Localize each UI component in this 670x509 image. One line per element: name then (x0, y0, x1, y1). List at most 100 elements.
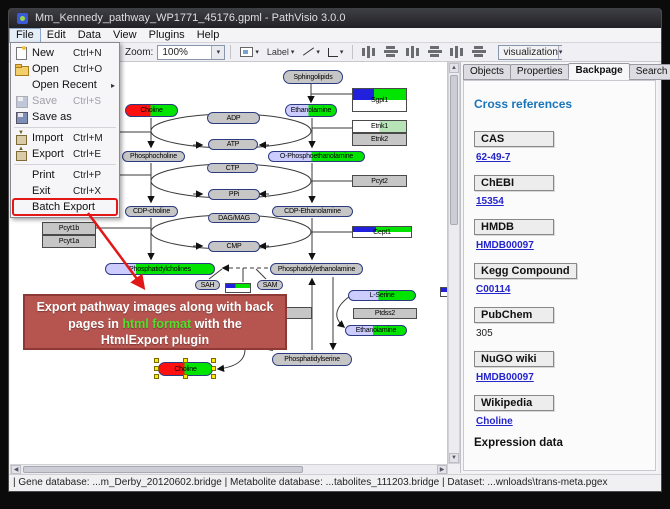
selection-handle[interactable] (183, 374, 188, 379)
xref-section-cas: CAS62-49-7 (474, 129, 647, 163)
node-label: Etnk2 (371, 136, 388, 143)
menu-item-exit[interactable]: ExitCtrl+X (11, 183, 119, 199)
datanode-tool-button[interactable]: ▾ (237, 44, 262, 60)
menu-item-new[interactable]: NewCtrl+N (11, 45, 119, 61)
align-center-icon[interactable] (362, 46, 376, 58)
menu-view[interactable]: View (107, 28, 143, 43)
o-phosphoethanolamine-node[interactable]: O-Phosphoethanolamine (268, 151, 365, 162)
menu-item-import[interactable]: ImportCtrl+M (11, 130, 119, 146)
menu-item-save-as[interactable]: Save as (11, 109, 119, 125)
connector-tool-button[interactable]: ▾ (325, 44, 347, 60)
gene-under-annotation-node[interactable] (225, 283, 251, 293)
menu-file[interactable]: File (9, 28, 41, 43)
xref-link[interactable]: 62-49-7 (476, 152, 647, 163)
dag-mag-node[interactable]: DAG/MAG (208, 213, 260, 223)
xref-section-chebi: ChEBI15354 (474, 173, 647, 207)
phosphatidylcholines-node[interactable]: Phosphatidylcholines (105, 263, 215, 275)
tab-backpage[interactable]: Backpage (568, 63, 629, 79)
chevron-down-icon[interactable]: ▾ (558, 46, 563, 59)
distribute-horizontal-icon[interactable] (406, 46, 420, 58)
pcyt2-node[interactable]: Pcyt2 (352, 175, 407, 187)
node-label: Ethanolamine (291, 107, 331, 114)
phosphocholine-node[interactable]: Phosphocholine (122, 151, 185, 162)
menu-item-print[interactable]: PrintCtrl+P (11, 167, 119, 183)
scroll-down-icon[interactable]: ▼ (449, 453, 459, 463)
no-icon (14, 169, 28, 181)
selection-handle[interactable] (154, 366, 159, 371)
gene-partial-right-node[interactable] (285, 307, 312, 319)
cdp-choline-node[interactable]: CDP-choline (125, 206, 178, 217)
ethanolamine-bottom-node[interactable]: Ethanolamine (345, 325, 407, 336)
xref-link[interactable]: HMDB00097 (476, 372, 647, 383)
export-icon (14, 148, 28, 160)
phosphatidylethanolamine-node[interactable]: Phosphatidylethanolamine (270, 263, 363, 275)
cept1-node[interactable]: Cept1 (352, 226, 412, 238)
tab-properties[interactable]: Properties (510, 64, 570, 80)
tab-search[interactable]: Search (629, 64, 670, 80)
menu-help[interactable]: Help (191, 28, 226, 43)
sphingolipids-node[interactable]: Sphingolipids (283, 70, 343, 84)
sgpl1-node[interactable]: Sgpl1 (352, 88, 407, 112)
menu-item-open[interactable]: OpenCtrl+O (11, 61, 119, 77)
distribute-vertical-icon[interactable] (428, 46, 442, 58)
vscroll-thumb[interactable] (450, 75, 458, 225)
selection-handle[interactable] (211, 374, 216, 379)
ethanolamine-top-node[interactable]: Ethanolamine (285, 104, 337, 117)
no-icon (14, 185, 28, 197)
selection-handle[interactable] (154, 358, 159, 363)
selection-handle[interactable] (183, 358, 188, 363)
node-label: CTP (226, 165, 239, 172)
menu-plugins[interactable]: Plugins (143, 28, 191, 43)
xref-link[interactable]: 15354 (476, 196, 647, 207)
node-label: Pcyt2 (371, 178, 388, 185)
xref-link[interactable]: HMDB00097 (476, 240, 647, 251)
scroll-left-icon[interactable]: ◀ (11, 465, 21, 474)
chevron-down-icon[interactable]: ▾ (211, 46, 224, 59)
selection-handle[interactable] (211, 366, 216, 371)
line-tool-icon (302, 47, 314, 57)
choline-top-node[interactable]: Choline (125, 104, 178, 117)
phosphatidylserine-node[interactable]: Phosphatidylserine (272, 353, 352, 366)
etnk1-node[interactable]: Etnk1 (352, 120, 407, 133)
sam-node[interactable]: SAM (257, 280, 283, 290)
adp-node[interactable]: ADP (207, 112, 260, 124)
l-serine-node[interactable]: L-Serine (348, 290, 416, 301)
hscroll-thumb[interactable] (23, 466, 303, 473)
ptdss2-node[interactable]: Ptdss2 (353, 308, 417, 319)
etnk2-node[interactable]: Etnk2 (352, 133, 407, 146)
menu-data[interactable]: Data (72, 28, 107, 43)
line-tool-button[interactable]: ▾ (299, 44, 323, 60)
node-label: Ptdss2 (375, 310, 395, 317)
cmp-node[interactable]: CMP (208, 241, 260, 252)
visualization-combobox[interactable]: visualization ▾ (498, 45, 562, 60)
selection-handle[interactable] (154, 374, 159, 379)
selection-handle[interactable] (211, 358, 216, 363)
menu-edit[interactable]: Edit (41, 28, 72, 43)
atp-node[interactable]: ATP (208, 139, 258, 150)
scroll-right-icon[interactable]: ▶ (437, 465, 447, 474)
align-middle-icon[interactable] (384, 46, 398, 58)
menu-item-export[interactable]: ExportCtrl+E (11, 146, 119, 162)
pcyt1b-node[interactable]: Pcyt1b (42, 222, 96, 235)
pcyt1a-node[interactable]: Pcyt1a (42, 235, 96, 248)
xref-link[interactable]: C00114 (476, 284, 647, 295)
menu-item-save: SaveCtrl+S (11, 93, 119, 109)
sah-node[interactable]: SAH (195, 280, 220, 290)
canvas-vscrollbar[interactable]: ▲ ▼ (448, 62, 460, 464)
file-menu-popup: NewCtrl+NOpenCtrl+OOpen Recent▸SaveCtrl+… (10, 42, 120, 218)
gene-partial-edge-node[interactable] (440, 287, 448, 297)
xref-section-title: HMDB (474, 219, 554, 235)
zoom-combobox[interactable]: 100% ▾ (157, 45, 225, 60)
xref-link[interactable]: Choline (476, 416, 647, 427)
ppi-node[interactable]: PPi (208, 189, 260, 200)
label-tool-button[interactable]: Label ▾ (264, 44, 298, 60)
ctp-node[interactable]: CTP (207, 163, 258, 173)
toolbar-separator (230, 45, 231, 59)
cdp-ethanolamine-node[interactable]: CDP-Ethanolamine (272, 206, 353, 217)
match-height-icon[interactable] (472, 46, 486, 58)
menu-item-open-recent[interactable]: Open Recent▸ (11, 77, 119, 93)
match-width-icon[interactable] (450, 46, 464, 58)
scroll-up-icon[interactable]: ▲ (449, 63, 459, 73)
menu-item-batch-export[interactable]: Batch Export (11, 199, 119, 215)
tab-objects[interactable]: Objects (463, 64, 511, 80)
